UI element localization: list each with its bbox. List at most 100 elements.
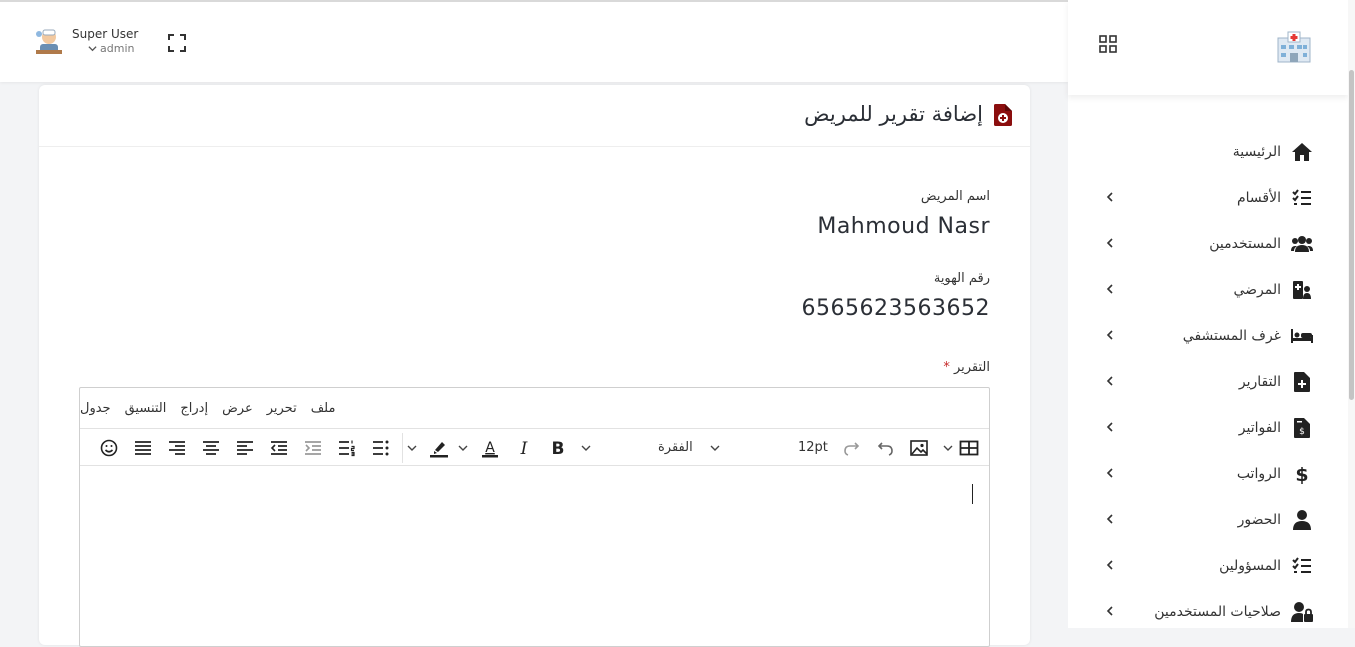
id-value: 6565623563652 xyxy=(801,296,990,321)
redo-icon[interactable] xyxy=(842,438,862,458)
hospital-logo-icon[interactable] xyxy=(1274,30,1314,64)
sidebar-item-label: صلاحيات المستخدمين xyxy=(1154,604,1281,620)
sidebar-item-home[interactable]: الرئيسية xyxy=(1068,129,1348,175)
sidebar-item-rooms[interactable]: غرف المستشفي xyxy=(1068,313,1348,359)
chevron-left-icon xyxy=(1106,468,1113,478)
chevron-left-icon xyxy=(1106,330,1113,340)
sidebar-item-permissions[interactable]: صلاحيات المستخدمين xyxy=(1068,589,1348,635)
invoice-icon: $ xyxy=(1291,417,1313,439)
menu-table[interactable]: جدول xyxy=(80,401,111,416)
sidebar-item-label: المرضي xyxy=(1233,282,1281,298)
chevron-down-icon[interactable] xyxy=(457,438,469,458)
editor-toolbar: A I B الفقرة 12pt xyxy=(80,428,989,466)
apps-grid-icon[interactable] xyxy=(1099,35,1117,53)
report-field: * التقرير xyxy=(943,360,990,375)
align-center-icon[interactable] xyxy=(201,438,221,458)
menu-edit[interactable]: تحرير xyxy=(267,401,297,416)
sidebar-item-reports[interactable]: التقارير xyxy=(1068,359,1348,405)
svg-text:$: $ xyxy=(1295,464,1308,484)
id-row: 6565623563652 xyxy=(802,296,990,321)
block-format-select[interactable]: الفقرة xyxy=(658,440,693,455)
user-menu[interactable]: Super User admin xyxy=(34,26,138,56)
align-right-icon[interactable] xyxy=(167,438,187,458)
align-justify-icon[interactable] xyxy=(133,438,153,458)
chevron-left-icon xyxy=(1106,514,1113,524)
bullet-list-icon[interactable] xyxy=(371,438,391,458)
id-field: رقم الهوية xyxy=(934,271,990,286)
patient-name-row: Mahmoud Nasr xyxy=(817,214,990,239)
fullscreen-icon[interactable] xyxy=(167,33,187,53)
bold-icon[interactable]: B xyxy=(548,438,568,458)
card-header: إضافة تقرير للمريض xyxy=(39,85,1030,147)
sidebar-item-departments[interactable]: الأقسام xyxy=(1068,175,1348,221)
svg-text:$: $ xyxy=(1299,427,1305,437)
sidebar-item-label: التقارير xyxy=(1238,374,1281,390)
required-mark: * xyxy=(943,360,950,375)
numbered-list-icon[interactable] xyxy=(337,438,357,458)
sidebar-item-attendance[interactable]: الحضور xyxy=(1068,497,1348,543)
sidebar-item-invoices[interactable]: الفواتير $ xyxy=(1068,405,1348,451)
image-icon[interactable] xyxy=(909,438,929,458)
highlight-color-icon[interactable] xyxy=(429,438,449,458)
file-medical-icon xyxy=(994,104,1012,126)
menu-view[interactable]: عرض xyxy=(222,401,253,416)
sidebar-item-users[interactable]: المستخدمين xyxy=(1068,221,1348,267)
outdent-icon[interactable] xyxy=(269,438,289,458)
chevron-left-icon xyxy=(1106,284,1113,294)
svg-text:I: I xyxy=(520,439,528,458)
text-cursor xyxy=(972,484,973,504)
text-color-icon[interactable]: A xyxy=(480,438,500,458)
patient-name-field: اسم المريض xyxy=(921,189,990,204)
editor-menubar: ملف تحرير عرض إدراج التنسيق جدول xyxy=(80,388,989,428)
file-medical-icon xyxy=(1291,371,1313,393)
patient-name-label: اسم المريض xyxy=(920,189,990,204)
indent-icon[interactable] xyxy=(303,438,323,458)
scrollbar-thumb[interactable] xyxy=(1349,70,1354,400)
scrollbar[interactable] xyxy=(1348,0,1355,628)
chevron-left-icon xyxy=(1106,238,1113,248)
chevron-left-icon xyxy=(1106,192,1113,202)
user-lock-icon xyxy=(1291,601,1313,623)
user-role-label: admin xyxy=(100,41,135,55)
menu-format[interactable]: التنسيق xyxy=(125,401,167,416)
undo-icon[interactable] xyxy=(875,438,895,458)
report-label-row: * التقرير xyxy=(943,360,990,375)
top-bar: Super User admin xyxy=(0,0,1068,82)
sidebar-item-admins[interactable]: المسؤولين xyxy=(1068,543,1348,589)
svg-text:A: A xyxy=(485,440,495,456)
home-icon xyxy=(1291,141,1313,163)
menu-insert[interactable]: إدراج xyxy=(180,401,208,416)
page-title: إضافة تقرير للمريض xyxy=(804,102,983,126)
chevron-down-icon[interactable] xyxy=(406,438,418,458)
sidebar-item-salaries[interactable]: الرواتب $ xyxy=(1068,451,1348,497)
italic-icon[interactable]: I xyxy=(514,438,534,458)
id-label: رقم الهوية xyxy=(933,271,990,286)
bed-icon xyxy=(1291,325,1313,347)
avatar xyxy=(34,26,64,56)
sidebar-item-label: غرف المستشفي xyxy=(1182,328,1281,344)
chevron-down-icon[interactable] xyxy=(709,438,721,458)
chevron-left-icon xyxy=(1106,422,1113,432)
sidebar-item-label: الرئيسية xyxy=(1232,144,1281,160)
menu-file[interactable]: ملف xyxy=(311,401,336,416)
font-size-select[interactable]: 12pt xyxy=(798,440,828,455)
sidebar-menu: الرئيسية الأقسام المستخدمين المرضي غرف ا… xyxy=(1068,95,1348,635)
chevron-down-icon xyxy=(88,45,97,51)
rich-text-editor: ملف تحرير عرض إدراج التنسيق جدول A I B ا… xyxy=(79,387,990,647)
user-name: Super User xyxy=(72,27,139,42)
align-left-icon[interactable] xyxy=(235,438,255,458)
chevron-left-icon xyxy=(1106,376,1113,386)
sidebar-header xyxy=(1068,0,1348,95)
sidebar-item-patients[interactable]: المرضي xyxy=(1068,267,1348,313)
chevron-down-icon[interactable] xyxy=(942,438,954,458)
sidebar-item-label: الرواتب xyxy=(1236,466,1281,482)
table-icon[interactable] xyxy=(959,438,979,458)
dollar-icon: $ xyxy=(1291,463,1313,485)
chevron-left-icon xyxy=(1106,606,1113,616)
sidebar-item-label: الفواتير xyxy=(1238,420,1281,436)
emoji-icon[interactable] xyxy=(99,438,119,458)
user-icon xyxy=(1291,509,1313,531)
chevron-down-icon[interactable] xyxy=(580,438,592,458)
toolbar-separator xyxy=(402,433,403,463)
sidebar-item-label: المسؤولين xyxy=(1219,558,1281,574)
